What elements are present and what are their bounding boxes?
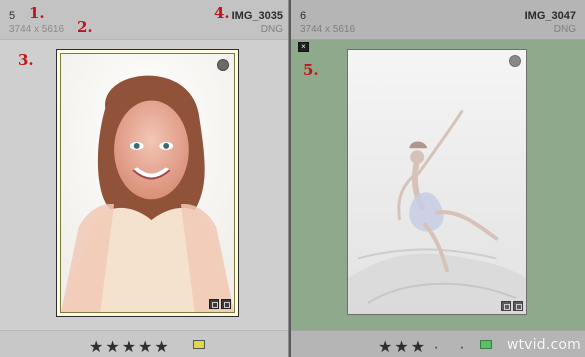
library-grid: 5 3744 x 5616 IMG_3035 DNG ★★★★★ 1. 2. 3… <box>0 0 585 357</box>
annotation-4: 4. <box>214 4 230 22</box>
cell-header: 6 3744 x 5616 IMG_3047 DNG <box>291 0 585 40</box>
rating-stars[interactable]: ★★★ · · <box>378 337 473 357</box>
copy-icon <box>209 299 219 309</box>
circle-badge-icon <box>217 59 229 71</box>
circle-badge-icon <box>509 55 521 67</box>
copy-icon <box>501 301 511 311</box>
color-label-chip[interactable] <box>480 340 492 349</box>
dancer-photo <box>348 50 526 314</box>
cell-dimensions: 3744 x 5616 <box>9 24 65 35</box>
annotation-3: 3. <box>18 51 34 69</box>
cell-dimensions: 3744 x 5616 <box>300 24 356 35</box>
cell-filename: IMG_3047 <box>524 10 576 22</box>
annotation-1: 1. <box>29 4 45 22</box>
cell-filename: IMG_3035 <box>231 10 283 22</box>
edit-icon <box>513 301 523 311</box>
cell-extension: DNG <box>260 24 283 35</box>
thumbnail-corner-icons <box>501 301 523 311</box>
photo-thumbnail <box>60 53 235 313</box>
portrait-photo <box>61 54 234 312</box>
cell-index: 5 <box>9 10 16 22</box>
photo-thumbnail-frame[interactable] <box>56 49 239 317</box>
cell-index: 6 <box>300 10 307 22</box>
rating-stars-empty: · · <box>433 339 473 356</box>
cell-footer: ★★★★★ <box>0 330 288 357</box>
photo-thumbnail-frame[interactable] <box>347 49 527 315</box>
grid-cell-img-3035[interactable]: 5 3744 x 5616 IMG_3035 DNG ★★★★★ 1. 2. 3… <box>0 0 289 357</box>
cell-extension: DNG <box>553 24 576 35</box>
rating-stars-filled: ★★★ <box>378 339 428 356</box>
color-label-chip[interactable] <box>193 340 205 349</box>
annotation-5: 5. <box>303 61 319 79</box>
thumbnail-corner-icons <box>209 299 231 309</box>
rating-stars[interactable]: ★★★★★ <box>89 337 171 357</box>
annotation-2: 2. <box>77 18 93 36</box>
edit-icon <box>221 299 231 309</box>
reject-flag-icon[interactable]: × <box>298 42 309 52</box>
watermark-text: wtvid.com <box>506 337 581 353</box>
